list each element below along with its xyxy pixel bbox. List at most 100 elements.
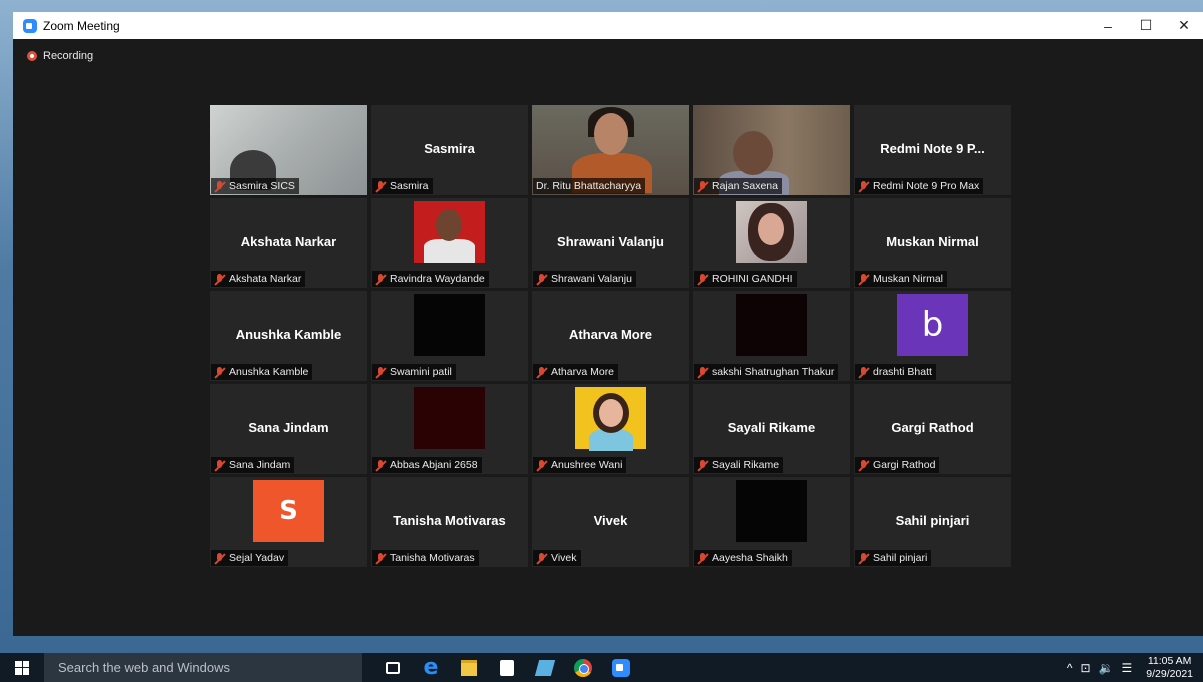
maximize-button[interactable]: ☐: [1127, 12, 1165, 39]
minimize-button[interactable]: –: [1089, 12, 1127, 39]
mic-muted-icon: [536, 273, 547, 285]
task-view-icon[interactable]: [374, 653, 412, 682]
participant-tile[interactable]: Sasmira Sasmira: [371, 105, 528, 195]
mic-muted-icon: [214, 273, 225, 285]
taskbar-search-box[interactable]: Search the web and Windows: [44, 653, 362, 682]
participant-tile[interactable]: Gargi Rathod Gargi Rathod: [854, 384, 1011, 474]
participant-name: Akshata Narkar: [229, 273, 302, 285]
volume-icon[interactable]: 🔉: [1099, 661, 1114, 675]
participant-tile[interactable]: Akshata Narkar Akshata Narkar: [210, 198, 367, 288]
participant-name: Shrawani Valanju: [551, 273, 632, 285]
participant-label: Anushree Wani: [533, 457, 627, 473]
participant-tile[interactable]: Swamini patil: [371, 291, 528, 381]
mic-muted-icon: [214, 552, 225, 564]
participant-label: Sasmira SICS: [211, 178, 299, 194]
participant-tile[interactable]: Muskan Nirmal Muskan Nirmal: [854, 198, 1011, 288]
profile-picture: [736, 480, 807, 542]
participant-tile-name: Sasmira: [424, 141, 475, 156]
participant-tile[interactable]: Ravindra Waydande: [371, 198, 528, 288]
active-speaker-tile[interactable]: Dr. Ritu Bhattacharyya: [532, 105, 689, 195]
participant-tile[interactable]: Anushree Wani: [532, 384, 689, 474]
participant-tile[interactable]: Aayesha Shaikh: [693, 477, 850, 567]
notification-icon[interactable]: ☰: [1122, 661, 1133, 675]
mic-muted-icon: [375, 180, 386, 192]
participant-label: Atharva More: [533, 364, 619, 380]
mic-muted-icon: [536, 552, 547, 564]
system-tray: ^ ⊡ 🔉 ☰ 11:05 AM 9/29/2021: [1059, 655, 1203, 681]
participant-label: Akshata Narkar: [211, 271, 306, 287]
participant-tile-name: Atharva More: [568, 327, 653, 342]
participant-name: Swamini patil: [390, 366, 452, 378]
participant-tile[interactable]: Abbas Abjani 2658: [371, 384, 528, 474]
avatar: S: [253, 480, 324, 542]
participant-tile-name: Gargi Rathod: [891, 420, 974, 435]
participant-tile[interactable]: sakshi Shatrughan Thakur: [693, 291, 850, 381]
participant-label: Swamini patil: [372, 364, 456, 380]
participant-tile-name: Anushka Kamble: [235, 327, 342, 342]
mic-muted-icon: [858, 552, 869, 564]
avatar: b: [897, 294, 968, 356]
participant-tile[interactable]: Sasmira SICS: [210, 105, 367, 195]
app-icon[interactable]: [526, 653, 564, 682]
mic-muted-icon: [697, 459, 708, 471]
participant-label: Tanisha Motivaras: [372, 550, 479, 566]
participant-tile[interactable]: Sahil pinjari Sahil pinjari: [854, 477, 1011, 567]
participant-tile[interactable]: Redmi Note 9 P... Redmi Note 9 Pro Max: [854, 105, 1011, 195]
zoom-logo-icon: [23, 18, 37, 33]
mic-muted-icon: [697, 180, 708, 192]
network-icon[interactable]: ⊡: [1081, 661, 1091, 675]
mic-muted-icon: [214, 459, 225, 471]
participant-name: Gargi Rathod: [873, 459, 936, 471]
windows-logo-icon: [15, 660, 29, 675]
close-button[interactable]: ✕: [1165, 12, 1203, 39]
participant-tile[interactable]: ROHINI GANDHI: [693, 198, 850, 288]
edge-icon[interactable]: e: [412, 653, 450, 682]
chevron-up-icon[interactable]: ^: [1067, 661, 1073, 675]
participant-name: Sayali Rikame: [712, 459, 780, 471]
participant-tile[interactable]: b drashti Bhatt: [854, 291, 1011, 381]
participant-name: Muskan Nirmal: [873, 273, 944, 285]
zoom-icon[interactable]: [602, 653, 640, 682]
participant-tile-name: Shrawani Valanju: [557, 234, 664, 249]
participant-tile[interactable]: Tanisha Motivaras Tanisha Motivaras: [371, 477, 528, 567]
participant-name: Rajan Saxena: [712, 180, 778, 192]
participant-name: Tanisha Motivaras: [390, 552, 475, 564]
mic-muted-icon: [375, 459, 386, 471]
participant-label: Rajan Saxena: [694, 178, 782, 194]
participant-label: ROHINI GANDHI: [694, 271, 797, 287]
mic-muted-icon: [858, 459, 869, 471]
participant-tile[interactable]: Anushka Kamble Anushka Kamble: [210, 291, 367, 381]
participant-label: Sana Jindam: [211, 457, 295, 473]
participant-name: sakshi Shatrughan Thakur: [712, 366, 835, 378]
participant-label: drashti Bhatt: [855, 364, 936, 380]
mic-muted-icon: [214, 366, 225, 378]
participant-label: Muskan Nirmal: [855, 271, 948, 287]
participant-tile-name: Muskan Nirmal: [886, 234, 979, 249]
file-explorer-icon[interactable]: [450, 653, 488, 682]
profile-picture: [575, 387, 646, 451]
clock[interactable]: 11:05 AM 9/29/2021: [1146, 655, 1193, 681]
store-icon[interactable]: [488, 653, 526, 682]
participant-label: Sahil pinjari: [855, 550, 932, 566]
participant-tile[interactable]: Atharva More Atharva More: [532, 291, 689, 381]
gallery-view: Sasmira SICS Sasmira Sasmira Dr. Ritu Bh…: [210, 105, 1011, 567]
participant-name: Sana Jindam: [229, 459, 291, 471]
participant-tile[interactable]: Rajan Saxena: [693, 105, 850, 195]
participant-tile-name: Sayali Rikame: [727, 420, 816, 435]
participant-tile[interactable]: Shrawani Valanju Shrawani Valanju: [532, 198, 689, 288]
chrome-icon[interactable]: [564, 653, 602, 682]
participant-label: Ravindra Waydande: [372, 271, 489, 287]
participant-name: Abbas Abjani 2658: [390, 459, 478, 471]
profile-picture: [414, 294, 485, 356]
participant-tile[interactable]: S Sejal Yadav: [210, 477, 367, 567]
profile-picture: [414, 201, 485, 263]
mic-muted-icon: [536, 459, 547, 471]
participant-tile[interactable]: Sana Jindam Sana Jindam: [210, 384, 367, 474]
start-button[interactable]: [0, 653, 44, 682]
participant-name: Atharva More: [551, 366, 615, 378]
participant-tile[interactable]: Vivek Vivek: [532, 477, 689, 567]
participant-name: Sasmira: [390, 180, 429, 192]
participant-tile[interactable]: Sayali Rikame Sayali Rikame: [693, 384, 850, 474]
participant-label: Aayesha Shaikh: [694, 550, 792, 566]
recording-indicator[interactable]: Recording: [27, 50, 93, 62]
